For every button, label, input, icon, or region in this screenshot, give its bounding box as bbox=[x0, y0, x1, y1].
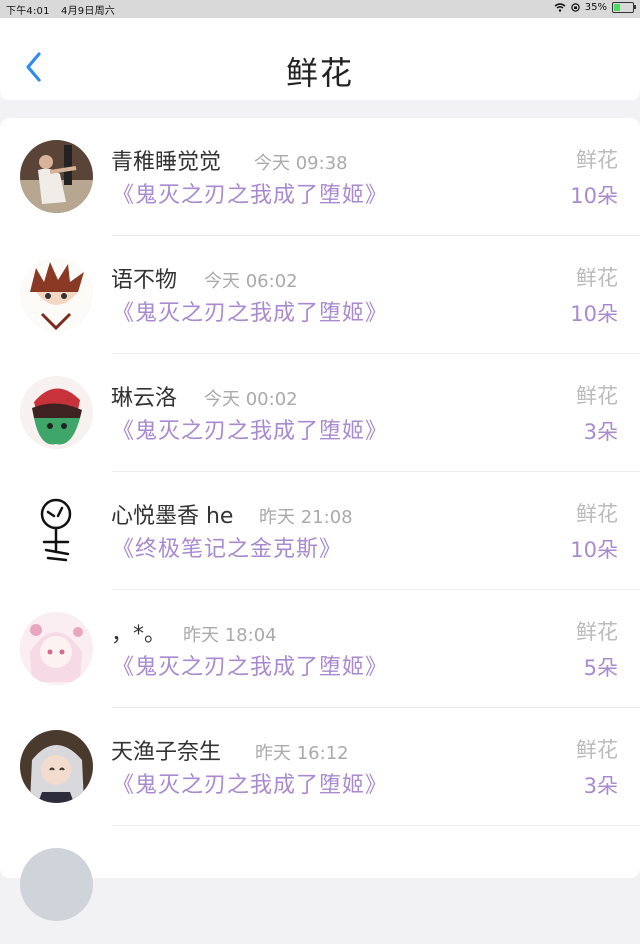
gift-type: 鲜花 bbox=[576, 502, 618, 526]
status-bar: 下午4:01 4月9日周六 35% bbox=[0, 0, 640, 18]
flower-record-list: 青稚睡觉觉 今天 09:38 《鬼灭之刃之我成了堕姬》 鲜花 10朵 语不物 今… bbox=[0, 118, 640, 921]
lock-rotation-icon bbox=[571, 3, 580, 12]
battery-level bbox=[614, 4, 620, 11]
gift-count: 3朵 bbox=[583, 774, 618, 798]
gift-type: 鲜花 bbox=[576, 620, 618, 644]
gift-type: 鲜花 bbox=[576, 148, 618, 172]
list-item[interactable]: 语不物 今天 06:02 《鬼灭之刃之我成了堕姬》 鲜花 10朵 bbox=[0, 236, 640, 354]
nav-header: 鲜花 bbox=[0, 18, 640, 100]
page-title: 鲜花 bbox=[285, 54, 354, 92]
list-item[interactable] bbox=[0, 826, 640, 944]
wifi-icon bbox=[554, 3, 566, 12]
user-name: 语不物 bbox=[111, 268, 178, 293]
gift-count: 3朵 bbox=[583, 420, 618, 444]
timestamp: 今天 09:38 bbox=[254, 153, 348, 174]
gift-count: 10朵 bbox=[570, 538, 618, 562]
user-name: 天渔子奈生 bbox=[111, 740, 222, 765]
list-item[interactable]: ，*。 昨天 18:04 《鬼灭之刃之我成了堕姬》 鲜花 5朵 bbox=[0, 590, 640, 708]
timestamp: 今天 06:02 bbox=[204, 271, 298, 292]
timestamp: 今天 00:02 bbox=[204, 389, 298, 410]
list-item[interactable]: 心悦墨香 he 昨天 21:08 《终极笔记之金克斯》 鲜花 10朵 bbox=[0, 472, 640, 590]
list-item[interactable]: 琳云洛 今天 00:02 《鬼灭之刃之我成了堕姬》 鲜花 3朵 bbox=[0, 354, 640, 472]
book-title[interactable]: 《鬼灭之刃之我成了堕姬》 bbox=[112, 177, 388, 209]
avatar bbox=[20, 494, 93, 567]
book-title[interactable]: 《鬼灭之刃之我成了堕姬》 bbox=[112, 295, 388, 327]
avatar bbox=[20, 376, 93, 449]
avatar bbox=[20, 612, 93, 685]
book-title[interactable]: 《鬼灭之刃之我成了堕姬》 bbox=[112, 767, 388, 799]
gift-type: 鲜花 bbox=[576, 266, 618, 290]
gift-count: 10朵 bbox=[570, 184, 618, 208]
user-name: 琳云洛 bbox=[111, 386, 178, 411]
timestamp: 昨天 18:04 bbox=[183, 625, 277, 646]
timestamp: 昨天 21:08 bbox=[259, 507, 353, 528]
avatar bbox=[20, 848, 93, 921]
gift-type: 鲜花 bbox=[576, 384, 618, 408]
book-title[interactable]: 《终极笔记之金克斯》 bbox=[112, 531, 342, 563]
avatar bbox=[20, 258, 93, 331]
status-date: 4月9日周六 bbox=[61, 6, 115, 17]
user-name: 心悦墨香 he bbox=[111, 504, 234, 529]
book-title[interactable]: 《鬼灭之刃之我成了堕姬》 bbox=[112, 649, 388, 681]
user-name: ，*。 bbox=[111, 622, 167, 647]
list-item[interactable]: 青稚睡觉觉 今天 09:38 《鬼灭之刃之我成了堕姬》 鲜花 10朵 bbox=[0, 118, 640, 236]
gift-type: 鲜花 bbox=[576, 738, 618, 762]
battery-icon bbox=[612, 2, 636, 13]
gift-count: 5朵 bbox=[583, 656, 618, 680]
list-item[interactable]: 天渔子奈生 昨天 16:12 《鬼灭之刃之我成了堕姬》 鲜花 3朵 bbox=[0, 708, 640, 826]
battery-percent: 35% bbox=[584, 2, 607, 13]
timestamp: 昨天 16:12 bbox=[255, 743, 349, 764]
gift-count: 10朵 bbox=[570, 302, 618, 326]
user-name: 青稚睡觉觉 bbox=[111, 150, 222, 175]
book-title[interactable]: 《鬼灭之刃之我成了堕姬》 bbox=[112, 413, 388, 445]
avatar bbox=[20, 730, 93, 803]
avatar bbox=[20, 140, 93, 213]
status-time: 下午4:01 bbox=[6, 6, 50, 17]
